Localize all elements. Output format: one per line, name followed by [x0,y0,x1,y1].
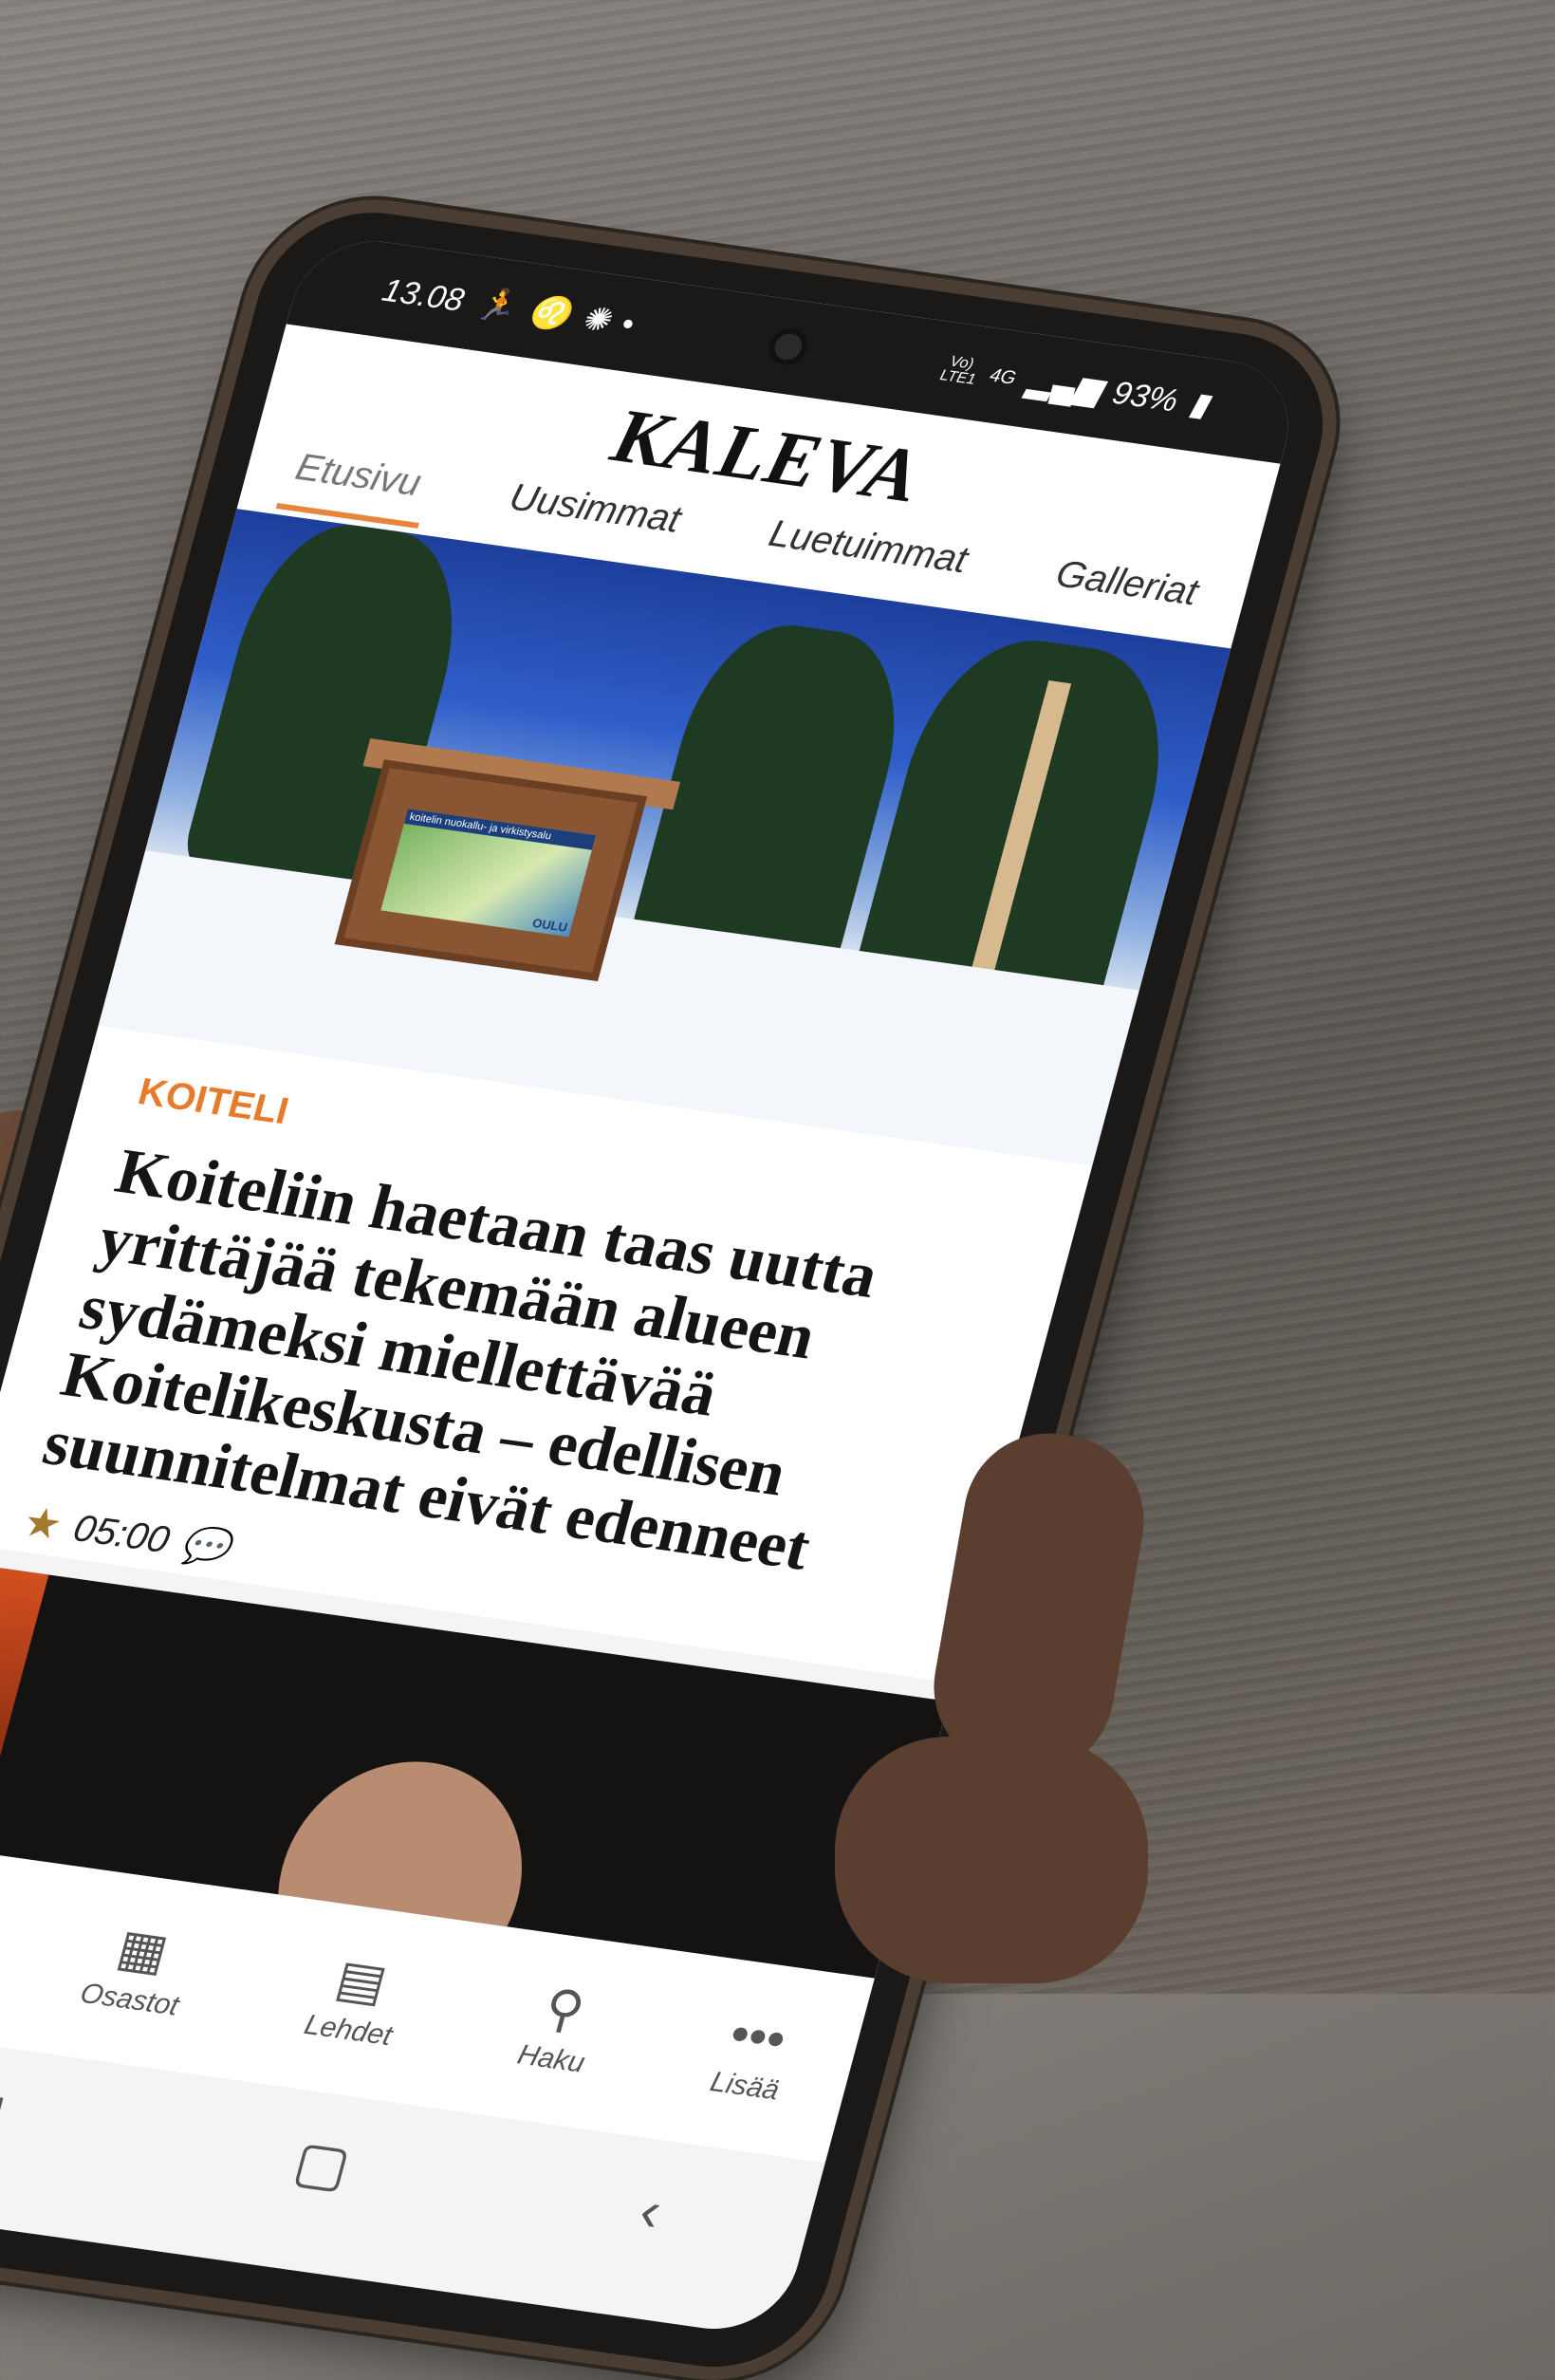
volte-indicator: Vo) LTE1 [938,354,981,388]
dot-icon: • [617,305,639,343]
map-display: koitelin nuokallu- ja virkistysalu OULU [380,809,597,938]
nav-lehdet[interactable]: ▤ Lehdet [301,1950,411,2053]
information-board: koitelin nuokallu- ja virkistysalu OULU [334,759,648,981]
right-hand [835,1737,1148,1983]
nav-lisaa[interactable]: ••• Lisää [707,2005,799,2107]
article-time: 05:00 [68,1507,175,1562]
nav-label: Lisää [707,2066,783,2107]
battery-icon: ▮ [1185,385,1213,424]
home-button-icon[interactable]: ▢ [287,2129,358,2201]
nav-label: Osastot [77,1977,183,2022]
run-icon: 🏃 [472,285,521,326]
phone-screen: 13.08 🏃 ♌ ✺ • Vo) LTE1 4G ▂▄▆ 93% ▮ KALE… [0,232,1305,2339]
leaf-icon: ♌ [524,292,574,334]
nav-osastot[interactable]: ▦ Osastot [77,1919,198,2023]
star-icon: ★ [17,1498,67,1550]
board-brand-text: OULU [530,915,569,935]
status-right: Vo) LTE1 4G ▂▄▆ 93% ▮ [937,350,1213,424]
nav-label: Haku [514,2038,588,2079]
sun-icon: ✺ [577,300,614,340]
back-icon[interactable]: ‹ [633,2177,669,2243]
smartphone: 13.08 🏃 ♌ ✺ • Vo) LTE1 4G ▂▄▆ 93% ▮ KALE… [0,199,1347,2380]
recent-apps-icon[interactable]: ||| [0,2081,11,2151]
tab-etusivu[interactable]: Etusivu [275,444,435,529]
nav-label: Lehdet [301,2009,396,2053]
battery-level: 93% [1108,374,1183,419]
signal-icon: ▂▄▆ [1024,363,1105,409]
search-icon: ⚲ [538,1979,591,2040]
status-left: 13.08 🏃 ♌ ✺ • [379,271,639,344]
more-icon: ••• [724,2005,792,2069]
nav-haku[interactable]: ⚲ Haku [514,1980,604,2079]
board-sign-text: koitelin nuokallu- ja virkistysalu [403,809,597,850]
camera-icon [764,325,812,368]
comment-icon[interactable]: 💬 [176,1521,234,1571]
newspaper-icon: ▤ [329,1949,394,2013]
clock: 13.08 [379,271,469,319]
network-type: 4G [988,364,1019,389]
image-glow [0,1561,49,1852]
phone-scene: 13.08 🏃 ♌ ✺ • Vo) LTE1 4G ▂▄▆ 93% ▮ KALE… [0,0,1555,2380]
grid-icon: ▦ [111,1919,175,1981]
